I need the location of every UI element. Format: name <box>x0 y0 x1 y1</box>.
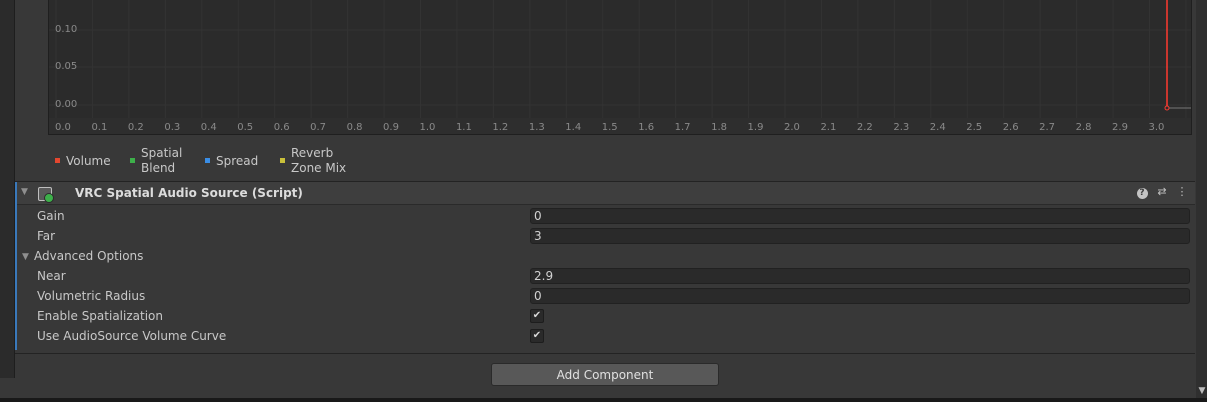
near-label: Near <box>37 269 66 283</box>
legend-reverb-line1[interactable]: Reverb <box>291 146 333 161</box>
x-tick-label: 0.9 <box>383 122 399 133</box>
x-tick-label: 2.7 <box>1039 122 1056 133</box>
x-tick-label: 0.8 <box>346 122 363 133</box>
bottom-border <box>0 398 1207 402</box>
y-tick-label: 0.00 <box>55 99 78 110</box>
y-tick-label: 0.05 <box>55 61 78 72</box>
inspector-scrollbar[interactable] <box>1196 0 1207 400</box>
x-tick-label: 2.6 <box>1002 122 1019 133</box>
legend-spatial-blend-line2[interactable]: Blend <box>141 161 175 176</box>
x-tick-label: 1.6 <box>638 122 655 133</box>
x-tick-label: 2.1 <box>820 122 837 133</box>
spatial-blend-swatch-icon <box>130 158 135 163</box>
x-tick-label: 0.6 <box>273 122 290 133</box>
advanced-options-fold-icon[interactable]: ▼ <box>22 252 29 262</box>
x-tick-label: 1.1 <box>455 122 472 133</box>
help-icon[interactable]: ? <box>1135 185 1149 199</box>
volumetric-radius-field[interactable]: 0 <box>530 288 1190 304</box>
far-field[interactable]: 3 <box>530 228 1190 244</box>
x-tick-label: 2.3 <box>893 122 910 133</box>
x-axis-band <box>49 118 1191 134</box>
enable-spatialization-label: Enable Spatialization <box>37 309 163 323</box>
curve-keyframe <box>1164 105 1170 111</box>
component-divider <box>15 353 1195 354</box>
x-tick-label: 0.4 <box>200 122 217 133</box>
x-tick-label: 2.0 <box>784 122 800 133</box>
y-tick-label: 0.10 <box>55 24 78 35</box>
x-tick-label: 1.9 <box>747 122 764 133</box>
x-tick-label: 0.5 <box>237 122 254 133</box>
scroll-down-arrow-icon[interactable]: ▼ <box>1197 386 1207 396</box>
volume-swatch-icon <box>55 158 60 163</box>
advanced-options-foldout[interactable]: Advanced Options <box>34 249 143 263</box>
x-tick-label: 2.5 <box>966 122 983 133</box>
volumetric-radius-label: Volumetric Radius <box>37 289 146 303</box>
x-tick-label: 0.7 <box>310 122 327 133</box>
rolloff-curve-graph[interactable] <box>48 0 1192 135</box>
curve-graph-canvas <box>49 0 1191 134</box>
presets-icon[interactable]: ⇄ <box>1155 185 1169 199</box>
far-label: Far <box>37 229 56 243</box>
x-tick-label: 0.3 <box>164 122 181 133</box>
x-tick-label: 1.7 <box>674 122 691 133</box>
reverb-zone-mix-swatch-icon <box>280 158 285 163</box>
script-component-icon[interactable] <box>38 187 54 203</box>
gain-label: Gain <box>37 209 65 223</box>
x-tick-label: 1.3 <box>528 122 545 133</box>
left-panel-edge <box>0 0 15 378</box>
x-tick-label: 0.1 <box>91 122 108 133</box>
x-tick-label: 0.2 <box>127 122 144 133</box>
legend-reverb-line2[interactable]: Zone Mix <box>291 161 346 176</box>
x-tick-label: 2.8 <box>1075 122 1092 133</box>
component-accent-bar <box>15 182 17 350</box>
x-tick-label: 1.0 <box>419 122 436 133</box>
x-tick-label: 1.2 <box>492 122 509 133</box>
component-title: VRC Spatial Audio Source (Script) <box>75 186 303 200</box>
x-tick-label: 1.4 <box>565 122 582 133</box>
use-volume-curve-label: Use AudioSource Volume Curve <box>37 329 227 343</box>
x-tick-label: 0.0 <box>55 122 71 133</box>
x-tick-label: 2.4 <box>929 122 946 133</box>
x-tick-label: 2.2 <box>856 122 873 133</box>
x-tick-label: 3.0 <box>1148 122 1165 133</box>
near-field[interactable]: 2.9 <box>530 268 1190 284</box>
use-volume-curve-checkbox[interactable]: ✔ <box>530 329 544 343</box>
x-tick-label: 2.9 <box>1112 122 1128 133</box>
spread-swatch-icon <box>205 158 210 163</box>
gain-field[interactable]: 0 <box>530 208 1190 224</box>
enable-spatialization-checkbox[interactable]: ✔ <box>530 309 544 323</box>
x-tick-label: 1.8 <box>711 122 727 133</box>
context-menu-icon[interactable]: ⋮ <box>1175 185 1189 199</box>
legend-spatial-blend-line1[interactable]: Spatial <box>141 146 182 161</box>
legend-volume[interactable]: Volume <box>66 154 111 169</box>
x-tick-label: 1.5 <box>601 122 618 133</box>
legend-spread[interactable]: Spread <box>216 154 258 169</box>
component-fold-icon[interactable]: ▼ <box>21 187 28 197</box>
add-component-button[interactable]: Add Component <box>491 363 719 386</box>
